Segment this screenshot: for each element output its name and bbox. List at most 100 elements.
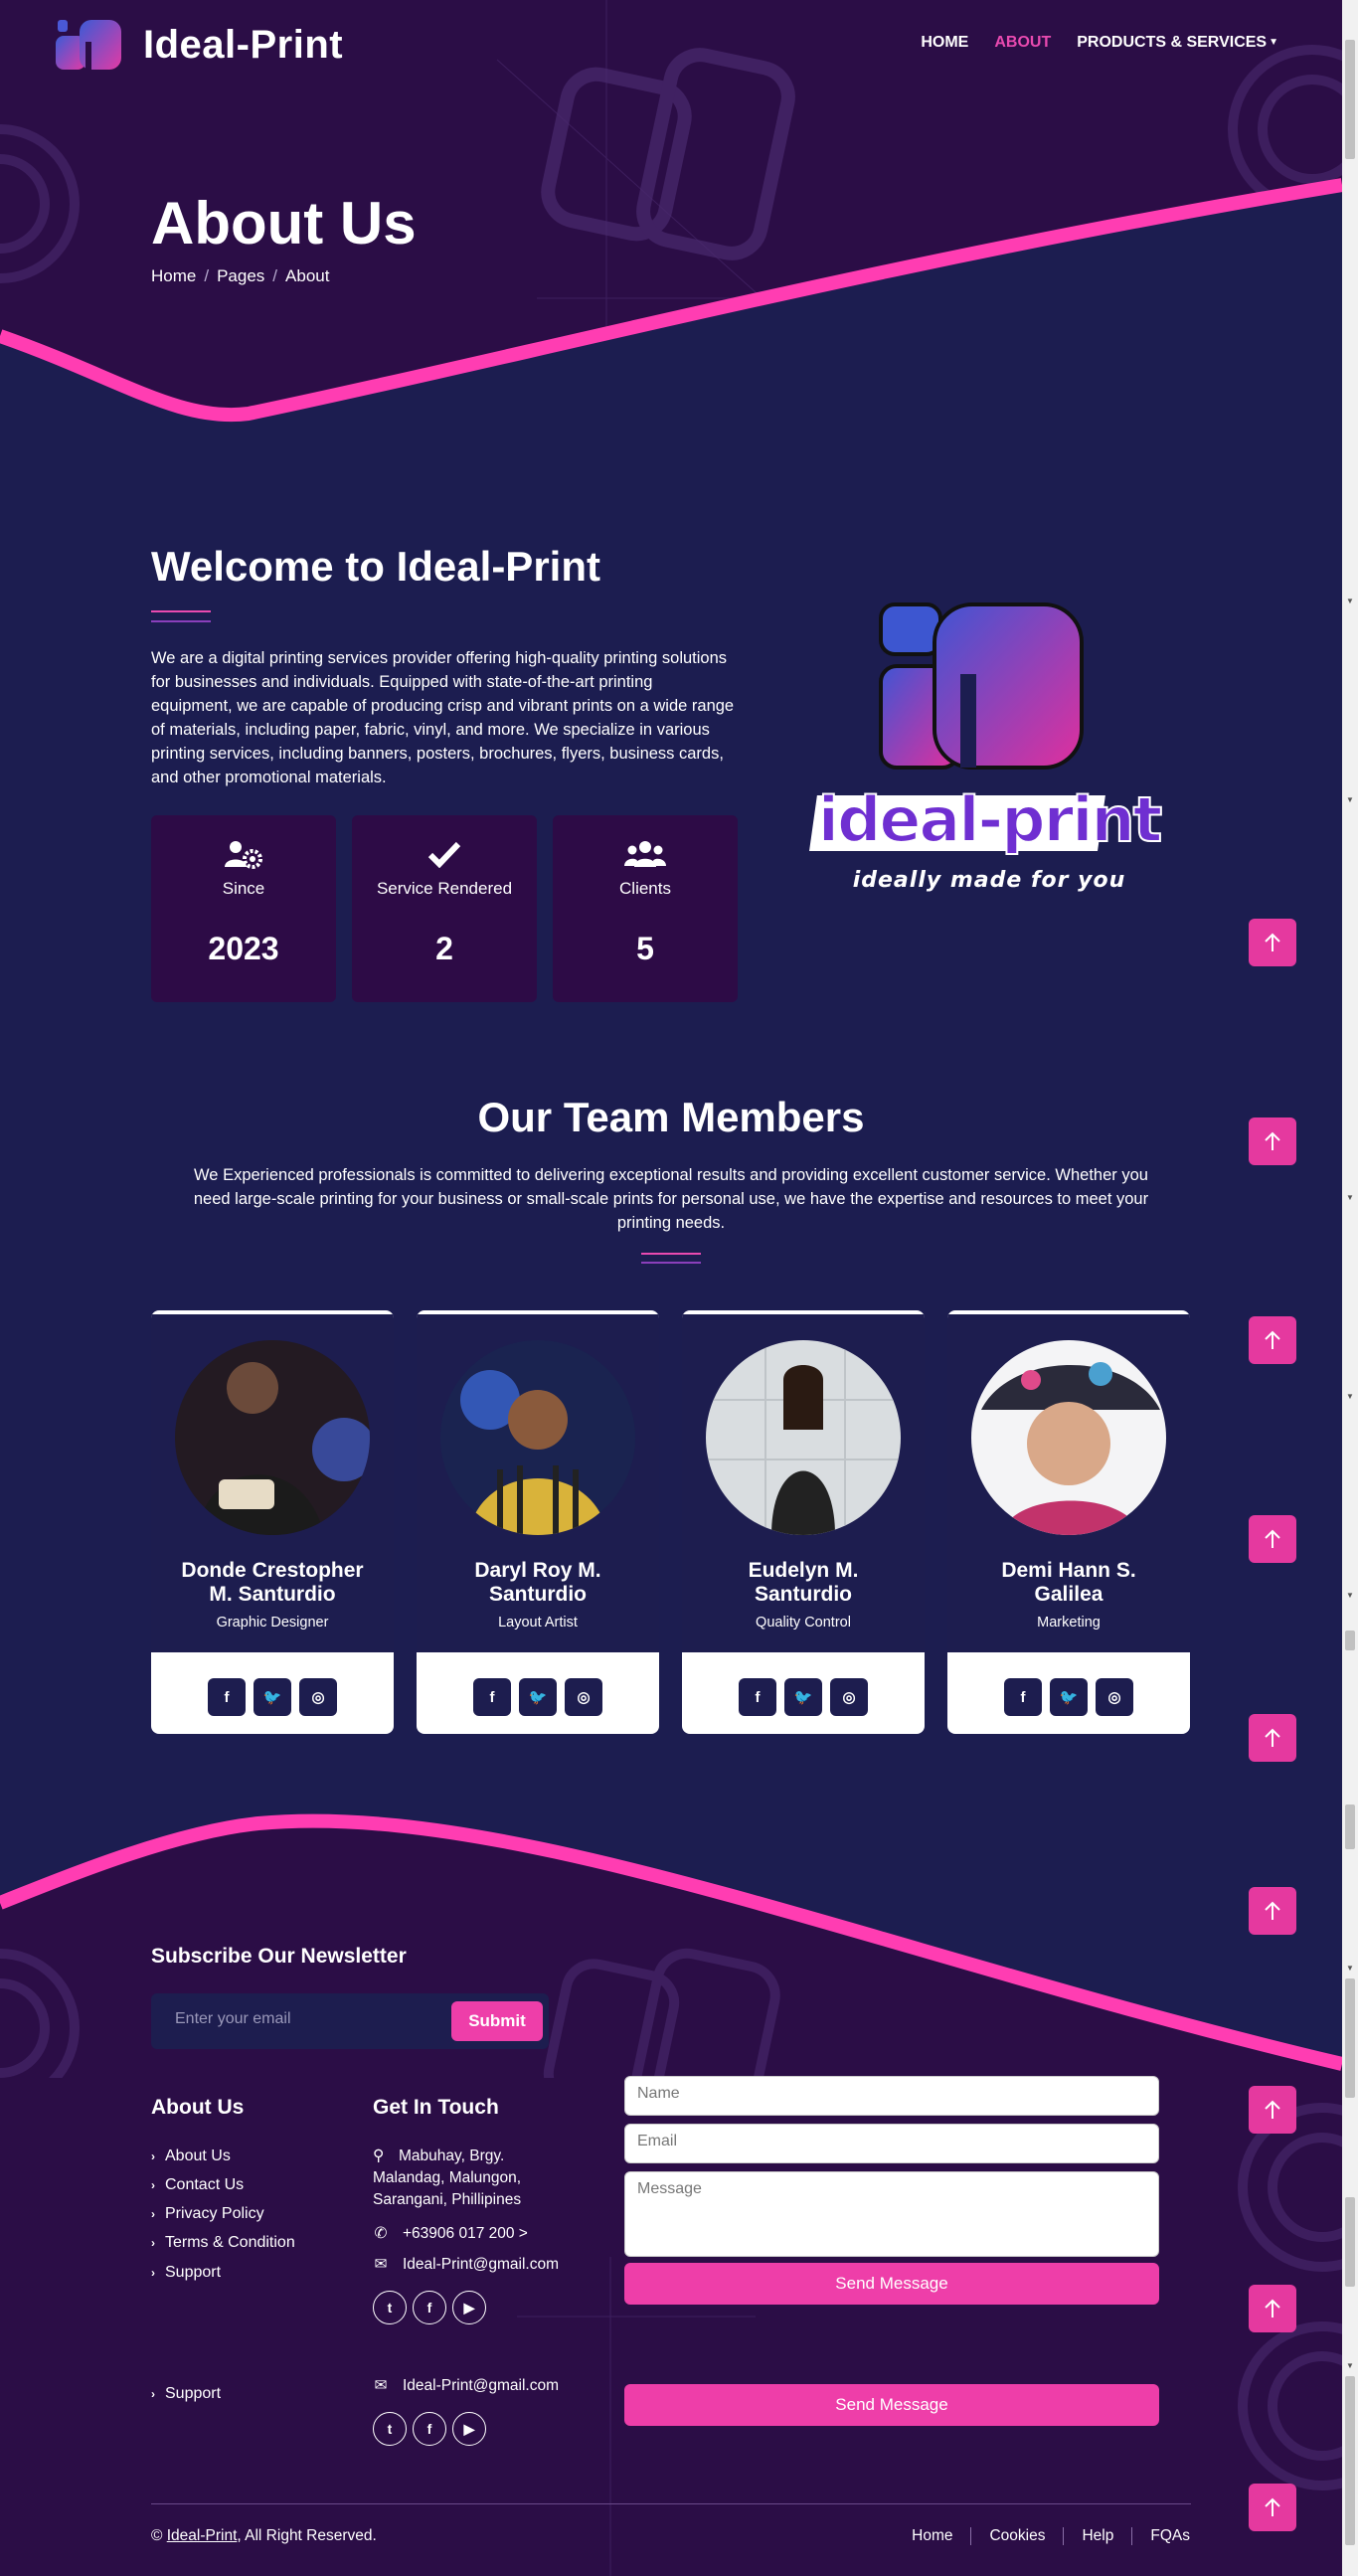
footer-link-terms[interactable]: › Terms & Condition <box>151 2234 295 2252</box>
scrollbar-thumb[interactable] <box>1345 2197 1355 2287</box>
logo-wordmark: ideal-print <box>818 783 1162 856</box>
team-card: Daryl Roy M. Santurdio Layout Artist f 🐦… <box>417 1310 659 1734</box>
send-message-button-duplicate[interactable]: Send Message <box>624 2384 1159 2426</box>
breadcrumb-home[interactable]: Home <box>151 266 196 286</box>
youtube-icon[interactable]: ▶ <box>452 2412 486 2446</box>
footer-link-support-duplicate[interactable]: › Support <box>151 2385 221 2403</box>
arrow-up-icon <box>1265 933 1280 951</box>
footer: Subscribe Our Newsletter Enter your emai… <box>0 1760 1342 2576</box>
nav-home[interactable]: HOME <box>921 34 968 52</box>
scroll-down-arrow-icon[interactable]: ▼ <box>1345 795 1355 804</box>
message-textarea[interactable]: Message <box>624 2171 1159 2257</box>
send-message-button[interactable]: Send Message <box>624 2263 1159 2305</box>
contact-address: Mabuhay, Brgy. Malandag, Malungon, Saran… <box>373 2146 542 2211</box>
footer-link-label: Support <box>165 2264 222 2281</box>
contact-phone-text[interactable]: +63906 017 200 > <box>403 2223 528 2245</box>
youtube-icon[interactable]: ▶ <box>452 2291 486 2324</box>
footer-link-contact[interactable]: › Contact Us <box>151 2176 244 2194</box>
footer-bottom-help[interactable]: Help <box>1063 2527 1131 2545</box>
twitter-icon[interactable]: 🐦 <box>519 1678 557 1716</box>
avatar <box>706 1340 901 1535</box>
scrollbar[interactable] <box>1342 0 1358 2576</box>
instagram-icon[interactable]: ◎ <box>830 1678 868 1716</box>
footer-bottom-faqs[interactable]: FQAs <box>1131 2527 1190 2545</box>
copyright-brand-link[interactable]: Ideal-Print <box>167 2527 238 2544</box>
back-to-top-button[interactable] <box>1249 919 1296 966</box>
scroll-down-arrow-icon[interactable]: ▼ <box>1345 1392 1355 1401</box>
brand[interactable]: Ideal-Print <box>52 16 343 74</box>
back-to-top-button[interactable] <box>1249 1714 1296 1762</box>
about-column-title: About Us <box>151 2096 245 2119</box>
instagram-icon[interactable]: ◎ <box>565 1678 602 1716</box>
scroll-down-arrow-icon[interactable]: ▼ <box>1345 2361 1355 2370</box>
back-to-top-button[interactable] <box>1249 1117 1296 1165</box>
twitter-icon[interactable]: 🐦 <box>254 1678 291 1716</box>
page-title: About Us <box>151 190 417 257</box>
twitter-icon[interactable]: t <box>373 2412 407 2446</box>
back-to-top-button[interactable] <box>1249 2086 1296 2134</box>
scrollbar-thumb[interactable] <box>1345 1804 1355 1849</box>
facebook-icon[interactable]: f <box>208 1678 246 1716</box>
contact-phone: ✆ +63906 017 200 > <box>373 2223 528 2245</box>
scrollbar-thumb[interactable] <box>1345 40 1355 159</box>
scroll-down-arrow-icon[interactable]: ▼ <box>1345 1591 1355 1600</box>
facebook-icon[interactable]: f <box>413 2412 446 2446</box>
back-to-top-button[interactable] <box>1249 1515 1296 1563</box>
member-name: Daryl Roy M. Santurdio <box>474 1559 601 1606</box>
twitter-icon[interactable]: t <box>373 2291 407 2324</box>
scrollbar-thumb[interactable] <box>1345 1978 1355 2098</box>
scroll-down-arrow-icon[interactable]: ▼ <box>1345 1193 1355 1202</box>
stat-value: 2 <box>435 931 453 966</box>
contact-column-title: Get In Touch <box>373 2096 499 2119</box>
contact-email-text[interactable]: Ideal-Print@gmail.com <box>403 2375 559 2397</box>
chevron-right-icon: › <box>151 2178 155 2192</box>
back-to-top-button[interactable] <box>1249 1316 1296 1364</box>
footer-link-label: Support <box>165 2385 222 2402</box>
nav-about[interactable]: ABOUT <box>994 34 1051 52</box>
name-input[interactable]: Name <box>624 2076 1159 2116</box>
avatar <box>440 1340 635 1535</box>
breadcrumb-separator: / <box>204 266 210 285</box>
title-divider <box>151 620 211 622</box>
contact-email-text[interactable]: Ideal-Print@gmail.com <box>403 2254 559 2276</box>
footer-link-privacy[interactable]: › Privacy Policy <box>151 2205 264 2223</box>
nav-products-services[interactable]: PRODUCTS & SERVICES ▼ <box>1077 34 1278 52</box>
check-icon <box>427 839 461 869</box>
member-name: Demi Hann S. Galilea <box>1001 1559 1136 1606</box>
scrollbar-thumb[interactable] <box>1345 2376 1355 2545</box>
team-card: Eudelyn M. Santurdio Quality Control f 🐦… <box>682 1310 925 1734</box>
back-to-top-button[interactable] <box>1249 2285 1296 2332</box>
scroll-down-arrow-icon[interactable]: ▼ <box>1345 597 1355 605</box>
title-divider <box>641 1253 701 1255</box>
footer-link-about[interactable]: › About Us <box>151 2147 231 2165</box>
users-icon <box>624 839 666 869</box>
instagram-icon[interactable]: ◎ <box>299 1678 337 1716</box>
scrollbar-thumb[interactable] <box>1345 1631 1355 1650</box>
facebook-icon[interactable]: f <box>413 2291 446 2324</box>
newsletter-submit-button[interactable]: Submit <box>451 2001 543 2041</box>
facebook-icon[interactable]: f <box>473 1678 511 1716</box>
footer-bottom-cookies[interactable]: Cookies <box>970 2527 1063 2545</box>
copyright-symbol: © <box>151 2527 163 2544</box>
instagram-icon[interactable]: ◎ <box>1096 1678 1133 1716</box>
newsletter-email-input[interactable]: Enter your email <box>175 2010 291 2028</box>
team-card: Demi Hann S. Galilea Marketing f 🐦 ◎ <box>947 1310 1190 1734</box>
facebook-icon[interactable]: f <box>739 1678 776 1716</box>
arrow-up-icon <box>1265 1131 1280 1150</box>
member-socials: f 🐦 ◎ <box>417 1678 659 1716</box>
back-to-top-button[interactable] <box>1249 2484 1296 2531</box>
footer-bottom-home[interactable]: Home <box>894 2527 970 2545</box>
email-input[interactable]: Email <box>624 2124 1159 2163</box>
team-card-body: Eudelyn M. Santurdio Quality Control <box>682 1314 925 1652</box>
facebook-icon[interactable]: f <box>1004 1678 1042 1716</box>
chevron-right-icon: › <box>151 2207 155 2221</box>
team-card: Donde Crestopher M. Santurdio Graphic De… <box>151 1310 394 1734</box>
breadcrumb-pages[interactable]: Pages <box>217 266 264 286</box>
twitter-icon[interactable]: 🐦 <box>784 1678 822 1716</box>
footer-link-support[interactable]: › Support <box>151 2264 221 2282</box>
back-to-top-button[interactable] <box>1249 1887 1296 1935</box>
copyright: © Ideal-Print, All Right Reserved. <box>151 2527 377 2545</box>
scroll-down-arrow-icon[interactable]: ▼ <box>1345 1964 1355 1973</box>
twitter-icon[interactable]: 🐦 <box>1050 1678 1088 1716</box>
stat-label: Clients <box>619 879 671 898</box>
